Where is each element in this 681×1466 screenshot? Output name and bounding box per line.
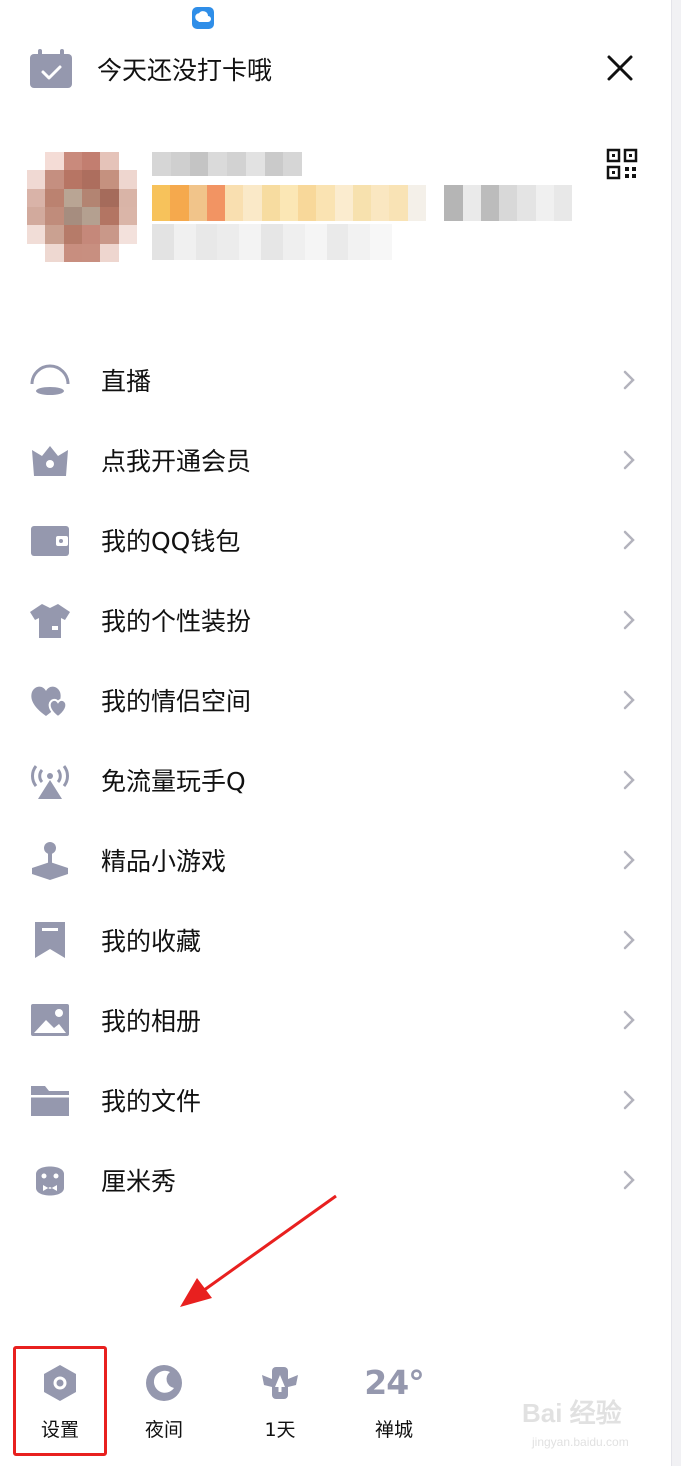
menu-item-wallet[interactable]: 我的QQ钱包 [0,500,671,580]
wallet-icon [31,526,69,556]
calendar-check-icon[interactable] [28,48,74,90]
night-mode-button[interactable]: 夜间 [116,1345,212,1455]
menu-label: 我的收藏 [101,927,202,956]
menu-item-dressup[interactable]: 我的个性装扮 [0,580,671,660]
menu-item-album[interactable]: 我的相册 [0,980,671,1060]
signature-blurred [152,224,392,260]
menu-label: 点我开通会员 [101,447,252,476]
night-mode-label: 夜间 [144,1419,183,1441]
drawer-edge-shadow [671,0,681,1466]
settings-label: 设置 [40,1419,79,1441]
bookmark-icon [35,922,65,958]
weather-button[interactable]: 24° 禅城 [346,1345,442,1455]
live-icon [30,364,70,395]
bottom-toolbar: 设置 夜间 1天 24° 禅城 [0,1345,671,1466]
picture-icon [31,1004,69,1036]
menu-label: 我的QQ钱包 [101,527,241,556]
menu-label: 精品小游戏 [101,847,227,876]
header: 今天还没打卡哦 [0,40,671,96]
chevron-right-icon [623,930,635,950]
menu-item-games[interactable]: 精品小游戏 [0,820,671,900]
hearts-icon [31,686,68,719]
menu-label: 直播 [101,367,152,396]
signal-tower-icon [31,765,69,799]
chevron-right-icon [623,1090,635,1110]
close-icon[interactable] [600,48,640,88]
chevron-right-icon [623,850,635,870]
days-button[interactable]: 1天 [232,1345,328,1455]
avatar[interactable] [27,152,137,262]
menu-item-free-data[interactable]: 免流量玩手Q [0,740,671,820]
menu-item-favorites[interactable]: 我的收藏 [0,900,671,980]
menu-item-files[interactable]: 我的文件 [0,1060,671,1140]
chevron-right-icon [623,1010,635,1030]
vip-badges-blurred [152,185,573,221]
weather-app-icon [192,7,214,29]
menu-label: 我的个性装扮 [101,607,252,636]
side-menu: 直播 点我开通会员 我的QQ钱包 我的个性装扮 我的情侣空间 免流量玩手Q 精品… [0,340,671,1220]
menu-item-couple[interactable]: 我的情侣空间 [0,660,671,740]
weather-temperature: 24° [364,1363,424,1402]
winged-badge-icon [262,1367,298,1399]
joystick-icon [32,842,68,880]
menu-label: 我的情侣空间 [101,687,252,716]
folder-icon [31,1086,69,1116]
menu-label: 我的文件 [101,1087,202,1116]
menu-item-vip[interactable]: 点我开通会员 [0,420,671,500]
menu-item-live[interactable]: 直播 [0,340,671,420]
menu-label: 我的相册 [101,1007,202,1036]
chevron-right-icon [623,770,635,790]
checkin-prompt[interactable]: 今天还没打卡哦 [97,51,272,87]
menu-item-cmshow[interactable]: 厘米秀 [0,1140,671,1220]
menu-label: 厘米秀 [101,1167,177,1196]
chevron-right-icon [623,690,635,710]
chevron-right-icon [623,530,635,550]
chevron-right-icon [623,1170,635,1190]
nickname-blurred [152,152,302,176]
settings-icon [44,1365,76,1401]
days-label: 1天 [264,1419,296,1441]
chevron-right-icon [623,610,635,630]
chevron-right-icon [623,450,635,470]
menu-label: 免流量玩手Q [101,767,246,796]
settings-button[interactable]: 设置 [12,1345,108,1455]
crown-icon [32,446,68,476]
profile-card[interactable] [0,140,671,270]
qr-code-icon[interactable] [606,148,638,180]
moon-icon [146,1365,182,1401]
cmshow-face-icon [36,1166,64,1196]
tshirt-icon [30,604,70,638]
chevron-right-icon [623,370,635,390]
weather-city-label: 禅城 [374,1419,413,1441]
